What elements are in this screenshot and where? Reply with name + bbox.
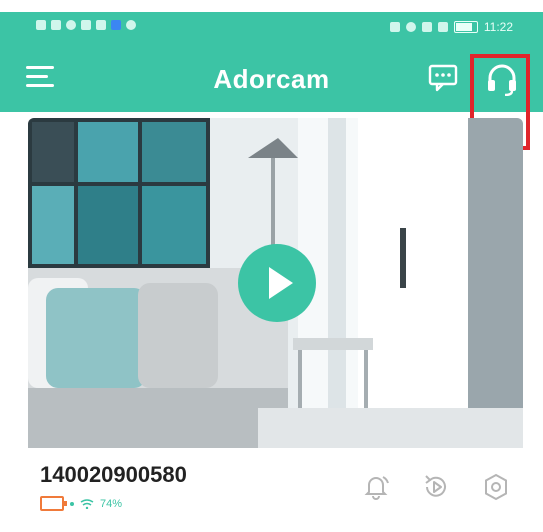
app-title: Adorcam: [213, 64, 330, 94]
status-left-icons: [36, 20, 136, 30]
sim-icon: [36, 20, 46, 30]
app-bar: Adorcam: [0, 42, 543, 112]
notification-icon: [111, 20, 121, 30]
alarm-clock-icon: [405, 22, 416, 32]
device-id: 140020900580: [40, 462, 187, 487]
nfc-icon: [389, 22, 400, 32]
app-notification-icon: [66, 20, 76, 30]
bluetooth-icon: [421, 22, 432, 32]
app-header: 11:22 Adorcam: [0, 12, 543, 112]
status-right-icons: 11:22: [389, 20, 513, 34]
device-actions: [361, 472, 511, 502]
cropped-caption-strip: [0, 0, 543, 12]
status-time: 11:22: [483, 20, 513, 34]
alarm-bell-icon[interactable]: [361, 472, 391, 502]
message-icon[interactable]: [428, 64, 458, 92]
network-icon: [51, 20, 61, 30]
signal-strength-text: 74%: [100, 497, 123, 510]
status-bar: 11:22: [0, 12, 543, 42]
notification-icon: [96, 20, 106, 30]
device-battery-icon: [40, 496, 67, 511]
chat-notification-icon: [126, 20, 136, 30]
charging-dot-icon: [70, 501, 74, 506]
camera-preview[interactable]: [28, 118, 523, 448]
device-status-row: 74%: [40, 496, 122, 511]
notification-icon: [81, 20, 91, 30]
battery-icon: [453, 21, 478, 33]
play-button[interactable]: [238, 244, 316, 322]
camera-card: 140020900580 74%: [28, 118, 523, 528]
gear-icon[interactable]: [481, 472, 511, 502]
wifi-signal-icon: [80, 498, 94, 509]
wifi-icon: [437, 22, 448, 32]
playback-icon[interactable]: [421, 472, 451, 502]
